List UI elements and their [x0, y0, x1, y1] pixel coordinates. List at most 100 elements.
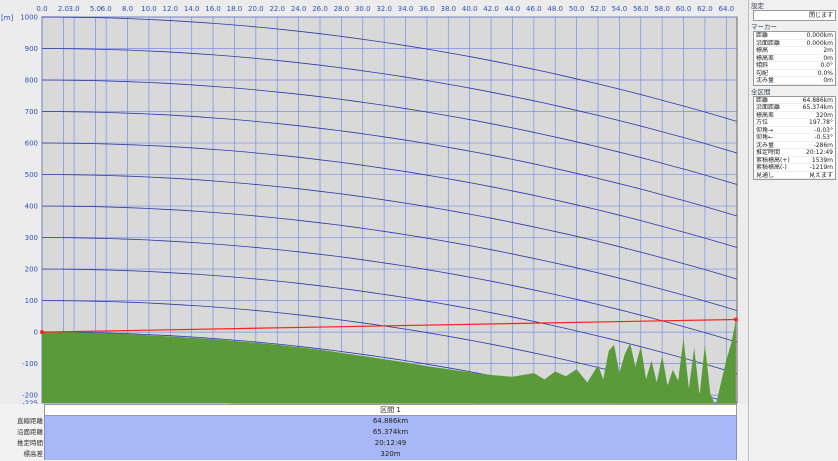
marker-row-value: 0m [823, 77, 833, 84]
all-section-row: 累積標高(-) -1219m [754, 164, 835, 172]
marker-row: 沿面距離 0.000km [754, 39, 835, 47]
marker-row-label: 勾配 [756, 69, 769, 76]
all-section-info-box: 距離 64.886km 沿面距離 65.374km 標高差 320m 方位 197.78° 仰角… [753, 95, 836, 180]
all-section-title: 全区間 [751, 87, 771, 96]
row-label: 標高差 [23, 450, 44, 458]
all-section-row-value: 見えます [808, 171, 833, 178]
all-section-row: 沈み量 -286m [754, 141, 835, 149]
section-row-surface-distance: 沿面距離 65.374km [0, 427, 748, 438]
x-tick-label: 0.0 [36, 5, 47, 13]
marker-row: 勾配 0.0% [754, 69, 835, 77]
marker-row: 傾斜 0.0° [754, 62, 835, 70]
section-row-elevation-diff: 標高差 320m [0, 449, 748, 460]
y-axis-unit-label: [m] [1, 14, 14, 22]
all-section-row-value: 320m [815, 111, 833, 118]
y-tick-label: 100 [25, 297, 38, 305]
all-section-row-label: 累積標高(+) [756, 156, 790, 163]
all-section-row-value: 65.374km [802, 104, 833, 111]
y-tick-label: 200 [25, 266, 38, 274]
marker-row-value: 0.0° [820, 62, 833, 69]
x-tick-label: 44.0 [505, 5, 521, 13]
start-marker [40, 330, 44, 335]
x-tick-label: 34.0 [398, 5, 414, 13]
x-tick-label: 16.0 [205, 5, 221, 13]
all-section-row-value: -286m [813, 141, 833, 148]
x-tick-label: 60.0 [676, 5, 692, 13]
marker-row-value: 2m [823, 47, 833, 54]
marker-row-label: 標高差 [756, 54, 775, 61]
x-tick-label: 10.0 [141, 5, 157, 13]
profile-window: 0.0 2.0 3.0 5.0 6.0 8.0 10.0 12.0 14.0 16.0 18.0 20… [0, 0, 838, 461]
x-tick-label: 26.0 [312, 5, 328, 13]
marker-row-label: 距離 [756, 32, 769, 39]
all-section-row: 仰角→ -0.03° [754, 126, 835, 134]
all-section-row-label: 沿面距離 [756, 104, 781, 111]
x-tick-label: 40.0 [462, 5, 478, 13]
row-label: 直線距離 [17, 417, 43, 425]
settings-title: 設定 [751, 2, 764, 10]
x-tick-label: 24.0 [291, 5, 307, 13]
info-side-panel: 設定 閉じます マーカー 距離 0.000km 沿面距離 0.000km 標高 2m 標高差… [748, 0, 838, 461]
section-header[interactable]: 区間 1 [44, 404, 737, 416]
all-section-row-value: -0.53° [814, 134, 833, 141]
all-section-row: 見通し 見えます [754, 171, 835, 179]
x-tick-label: 22.0 [269, 5, 285, 13]
all-section-row-label: 沈み量 [756, 141, 775, 148]
x-tick-label: 48.0 [547, 5, 563, 13]
marker-info-box: 距離 0.000km 沿面距離 0.000km 標高 2m 標高差 0m 傾斜 0.0° 勾配 0.0… [753, 31, 836, 86]
row-value: 64.886km [44, 416, 737, 427]
marker-row: 沈み量 0m [754, 77, 835, 85]
marker-row: 標高 2m [754, 47, 835, 55]
marker-row-label: 傾斜 [756, 62, 769, 69]
all-section-row-label: 仰角→ [756, 126, 774, 133]
marker-title: マーカー [751, 23, 777, 31]
all-section-row-label: 標高差 [756, 111, 775, 118]
all-section-row-label: 仰角← [756, 134, 774, 141]
settings-box: 閉じます [753, 10, 836, 21]
marker-row-value: 0m [823, 54, 833, 61]
all-section-row-label: 累積標高(-) [756, 164, 787, 171]
x-tick-label: 5.0 [90, 5, 101, 13]
marker-row-value: 0.000km [806, 32, 834, 39]
all-section-row-label: 方位 [756, 119, 769, 126]
all-section-row-label: 見通し [756, 171, 775, 178]
section-row-direct-distance: 直線距離 64.886km [0, 416, 748, 427]
x-tick-label: 18.0 [227, 5, 243, 13]
x-tick-label: 28.0 [334, 5, 350, 13]
all-section-row-label: 距離 [756, 96, 769, 103]
row-label: 推定時間 [17, 439, 43, 447]
marker-row-label: 沈み量 [756, 77, 775, 84]
x-tick-label: 62.0 [697, 5, 713, 13]
y-tick-label: 0 [34, 329, 38, 337]
elevation-profile-chart[interactable]: 0.0 2.0 3.0 5.0 6.0 8.0 10.0 12.0 14.0 16.0 18.0 20… [0, 0, 748, 405]
y-tick-label: 900 [25, 45, 38, 53]
x-tick-label: 64.0 [719, 5, 735, 13]
all-section-row-label: 推定時間 [756, 149, 781, 156]
row-label: 沿面距離 [17, 428, 43, 436]
x-tick-label: 36.0 [419, 5, 435, 13]
all-section-row: 方位 197.78° [754, 119, 835, 127]
y-tick-label: 300 [25, 234, 38, 242]
marker-row-label: 沿面距離 [756, 39, 781, 46]
x-tick-label: 52.0 [590, 5, 606, 13]
all-section-row-value: -1219m [809, 164, 833, 171]
row-value: 320m [44, 449, 737, 460]
marker-row-value: 0.000km [806, 39, 834, 46]
y-tick-label: -200 [22, 392, 38, 400]
all-section-row-value: 64.886km [802, 96, 833, 103]
all-section-row: 距離 64.886km [754, 96, 835, 104]
marker-row-label: 標高 [756, 47, 769, 54]
close-button[interactable]: 閉じます [754, 11, 835, 20]
all-section-row-value: 20:12:49 [806, 149, 833, 156]
all-section-row-value: 197.78° [809, 119, 833, 126]
section-row-estimated-time: 推定時間 20:12:49 [0, 438, 748, 449]
y-tick-label: 1000 [20, 14, 38, 22]
x-tick-label: 30.0 [355, 5, 371, 13]
row-value: 65.374km [44, 427, 737, 438]
x-tick-label: 58.0 [654, 5, 670, 13]
x-tick-label: 14.0 [184, 5, 200, 13]
y-tick-label: 400 [25, 203, 38, 211]
all-section-row: 沿面距離 65.374km [754, 104, 835, 112]
end-marker [733, 317, 738, 322]
all-section-row: 仰角← -0.53° [754, 134, 835, 142]
